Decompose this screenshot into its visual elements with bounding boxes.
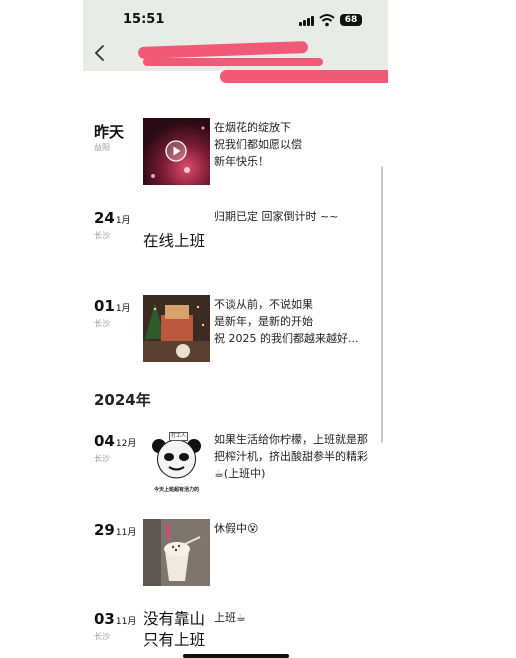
- entry-date: 241月: [94, 209, 131, 227]
- video-thumbnail[interactable]: [143, 118, 210, 185]
- entry-text: 如果生活给你柠檬，上班就是那把榨汁机，挤出酸甜参半的精彩☕(上班中): [214, 433, 368, 480]
- entry-text-card: 没有靠山 只有上班: [143, 610, 206, 649]
- timeline-entry[interactable]: 0412月 长沙 打工人 今天上班超有活力的 如果生活给你柠檬，上班就是那把榨汁…: [83, 430, 388, 500]
- drink-photo: [143, 519, 210, 586]
- entry-location: 长沙: [94, 231, 110, 240]
- status-bar: 15:51 68: [83, 10, 388, 32]
- redacted-title: [137, 41, 309, 59]
- entry-text-card: 在线上班: [143, 232, 206, 250]
- entry-location: 长沙: [94, 632, 110, 641]
- entry-location: 益阳: [94, 143, 110, 152]
- entry-location: 长沙: [94, 319, 110, 328]
- entry-date: 昨天: [94, 123, 125, 141]
- timeline-entry[interactable]: 昨天 益阳 在烟花的绽放下 祝我们都如愿以偿 新年快乐！: [83, 118, 388, 198]
- entry-location: 长沙: [94, 454, 110, 463]
- scrollbar[interactable]: [381, 166, 383, 443]
- chevron-left-icon[interactable]: [93, 44, 107, 62]
- redacted-subtitle: [143, 58, 323, 66]
- entry-text: 上班☕: [214, 611, 246, 624]
- wifi-icon: [319, 14, 335, 27]
- timeline-entry[interactable]: 0311月 长沙 没有靠山 只有上班 上班☕: [83, 608, 388, 658]
- timeline-entry[interactable]: 011月 长沙 不谈从前，不说如果 是新年，是新的开始 祝 2025 的我们都越…: [83, 295, 388, 365]
- timeline-entry[interactable]: 241月 长沙 归期已定 回家倒计时 ~~ 在线上班: [83, 207, 388, 257]
- meme-thumbnail[interactable]: 打工人 今天上班超有活力的: [143, 430, 210, 497]
- status-time: 15:51: [123, 12, 165, 27]
- play-icon[interactable]: [165, 140, 187, 162]
- signal-icon: [299, 16, 315, 26]
- top-bar: 15:51 68: [83, 0, 388, 71]
- meme-caption: 今天上班超有活力的: [153, 487, 199, 493]
- home-indicator: [183, 654, 289, 658]
- entry-text: 休假中😵: [214, 522, 259, 535]
- entry-text: 不谈从前，不说如果 是新年，是新的开始 祝 2025 的我们都越来越好...: [214, 298, 359, 345]
- timeline-entry[interactable]: 2911月 休假中😵: [83, 519, 388, 587]
- entry-date: 0412月: [94, 432, 137, 450]
- entry-date: 011月: [94, 297, 131, 315]
- entry-date: 0311月: [94, 610, 137, 628]
- entry-date: 2911月: [94, 521, 137, 539]
- moments-album-screen: 15:51 68 昨天 益阳 在烟花的绽放下 祝我们都如愿以偿 新年快乐！ 24…: [83, 0, 388, 658]
- entry-text: 在烟花的绽放下 祝我们都如愿以偿 新年快乐！: [214, 121, 302, 168]
- christmas-photo: [143, 295, 210, 362]
- entry-text: 归期已定 回家倒计时 ~~: [214, 210, 339, 223]
- meme-badge: 打工人: [169, 432, 189, 441]
- battery-indicator: 68: [340, 14, 362, 26]
- photo-thumbnail[interactable]: [143, 519, 210, 586]
- year-header: 2024年: [94, 391, 151, 409]
- redacted-subtitle-overflow: [220, 70, 388, 83]
- photo-thumbnail[interactable]: [143, 295, 210, 362]
